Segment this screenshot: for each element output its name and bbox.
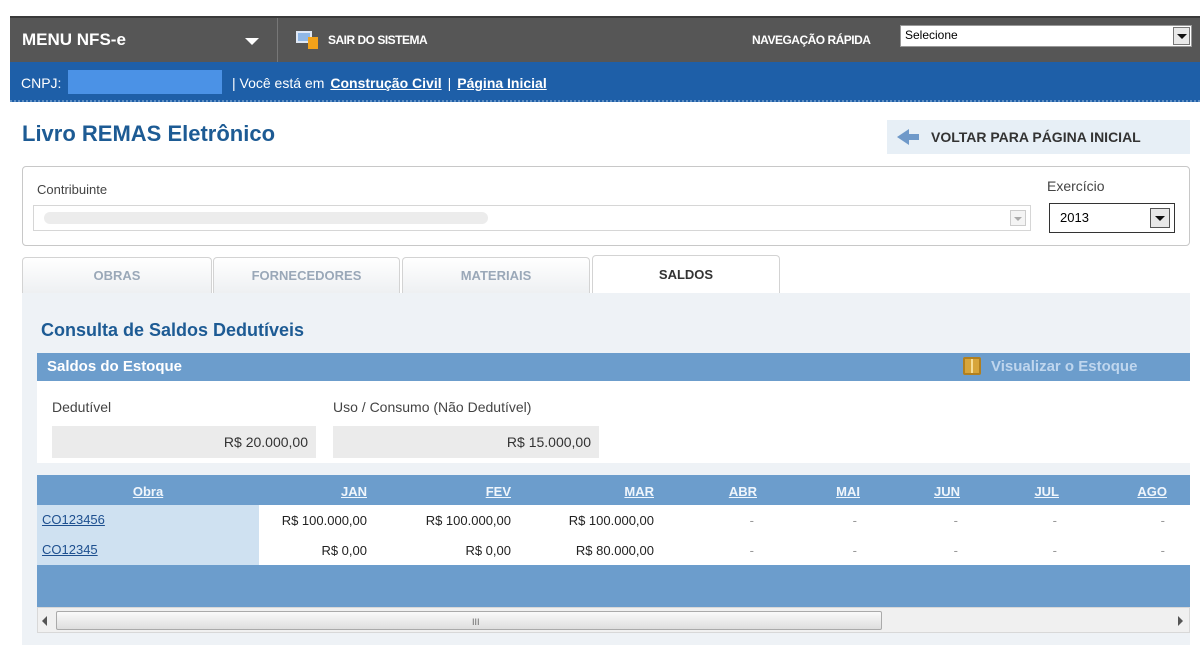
uso-consumo-value: R$ 15.000,00: [333, 426, 599, 458]
table-cell: R$ 0,00: [321, 543, 367, 558]
dropdown-arrow-icon[interactable]: [1150, 208, 1170, 228]
quick-nav-select[interactable]: Selecione: [900, 25, 1192, 47]
column-header-jan[interactable]: JAN: [259, 484, 367, 499]
obra-link[interactable]: CO123456: [42, 512, 105, 527]
table-cell: R$ 100.000,00: [281, 513, 367, 528]
package-icon: [963, 357, 981, 375]
page-title: Livro REMAS Eletrônico: [22, 121, 276, 146]
column-header-mai[interactable]: MAI: [757, 484, 860, 499]
column-header-jun[interactable]: JUN: [860, 484, 960, 499]
tab-obras[interactable]: OBRAS: [22, 257, 212, 293]
tab-saldos[interactable]: SALDOS: [592, 255, 780, 293]
exit-system-label: SAIR DO SISTEMA: [328, 33, 428, 47]
horizontal-scrollbar[interactable]: III: [37, 607, 1190, 633]
view-stock-link[interactable]: Visualizar o Estoque: [963, 357, 1137, 375]
saldos-panel: Consulta de Saldos Dedutíveis Saldos do …: [22, 293, 1190, 645]
scrollbar-thumb[interactable]: III: [56, 611, 882, 630]
breadcrumb-separator: |: [447, 75, 452, 91]
tab-bar: OBRAS FORNECEDORES MATERIAIS SALDOS: [22, 255, 1190, 293]
menu-nfse-button[interactable]: MENU NFS-e: [10, 18, 278, 62]
cnpj-value-redacted: [68, 70, 222, 94]
logout-icon: [296, 31, 318, 49]
exercicio-label: Exercício: [1047, 178, 1105, 194]
top-menu-bar: MENU NFS-e SAIR DO SISTEMA NAVEGAÇÃO RÁP…: [10, 16, 1200, 62]
menu-nfse-label: MENU NFS-e: [22, 30, 126, 49]
back-to-home-label: VOLTAR PARA PÁGINA INICIAL: [931, 129, 1141, 145]
table-cell: -: [749, 513, 754, 528]
contribuinte-label: Contribuinte: [37, 182, 108, 197]
table-cell: -: [1052, 543, 1057, 558]
obra-link[interactable]: CO12345: [42, 542, 98, 557]
dropdown-arrow-icon[interactable]: [1173, 27, 1190, 45]
stock-body: Dedutível Uso / Consumo (Não Dedutível) …: [37, 381, 1190, 463]
section-title: Consulta de Saldos Dedutíveis: [41, 320, 305, 340]
table-header: Obra JAN FEV MAR ABR MAI JUN JUL AGO: [37, 475, 1190, 505]
table-cell: -: [852, 513, 857, 528]
saldos-table: Obra JAN FEV MAR ABR MAI JUN JUL AGO CO1…: [37, 475, 1190, 625]
table-cell: -: [749, 543, 754, 558]
dropdown-arrow-icon[interactable]: [1010, 210, 1026, 226]
obra-cell: CO12345: [37, 535, 259, 565]
scrollbar-grip: III: [472, 617, 480, 627]
contribuinte-value-redacted: [44, 212, 488, 224]
table-cell: -: [1160, 513, 1165, 528]
tab-fornecedores[interactable]: FORNECEDORES: [213, 257, 400, 293]
table-cell: R$ 100.000,00: [568, 513, 654, 528]
uso-consumo-label: Uso / Consumo (Não Dedutível): [333, 399, 532, 415]
column-header-ago[interactable]: AGO: [1059, 484, 1167, 499]
quick-nav-label: NAVEGAÇÃO RÁPIDA: [752, 33, 871, 47]
exercicio-selected-value: 2013: [1060, 210, 1089, 225]
dedutivel-value: R$ 20.000,00: [52, 426, 316, 458]
table-cell: -: [953, 543, 958, 558]
column-header-obra[interactable]: Obra: [37, 484, 259, 499]
chevron-down-icon: [245, 38, 259, 45]
breadcrumb: | Você está em Construção Civil | Página…: [232, 75, 547, 91]
column-header-jul[interactable]: JUL: [960, 484, 1059, 499]
table-cell: -: [953, 513, 958, 528]
column-header-abr[interactable]: ABR: [654, 484, 757, 499]
exercicio-select[interactable]: 2013: [1049, 203, 1175, 233]
breadcrumb-link-pagina-inicial[interactable]: Página Inicial: [457, 75, 546, 91]
table-cell: R$ 0,00: [465, 543, 511, 558]
breadcrumb-link-construcao-civil[interactable]: Construção Civil: [330, 75, 441, 91]
back-to-home-button[interactable]: VOLTAR PARA PÁGINA INICIAL: [887, 120, 1190, 154]
stock-header: Saldos do Estoque Visualizar o Estoque: [37, 353, 1190, 381]
stock-header-title: Saldos do Estoque: [47, 358, 183, 375]
dedutivel-label: Dedutível: [52, 399, 112, 415]
quick-nav-selected-value: Selecione: [905, 28, 958, 42]
exit-system-button[interactable]: SAIR DO SISTEMA: [296, 18, 428, 62]
table-cell: -: [1052, 513, 1057, 528]
arrow-left-icon: [897, 129, 919, 145]
scroll-right-icon[interactable]: [1178, 616, 1183, 626]
view-stock-label: Visualizar o Estoque: [991, 357, 1138, 375]
table-row: CO123456 R$ 100.000,00 R$ 100.000,00 R$ …: [37, 505, 1190, 535]
table-cell: R$ 80.000,00: [575, 543, 654, 558]
filter-box: Contribuinte Exercício 2013: [22, 166, 1190, 246]
column-header-mar[interactable]: MAR: [511, 484, 654, 499]
table-cell: -: [1160, 543, 1165, 558]
table-cell: R$ 100.000,00: [425, 513, 511, 528]
location-prefix: | Você está em: [232, 75, 325, 91]
table-cell: -: [852, 543, 857, 558]
info-bar: CNPJ: | Você está em Construção Civil | …: [10, 62, 1200, 102]
cnpj-label: CNPJ:: [21, 75, 62, 91]
obra-cell: CO123456: [37, 505, 259, 535]
column-header-fev[interactable]: FEV: [367, 484, 511, 499]
tab-materiais[interactable]: MATERIAIS: [402, 257, 590, 293]
table-row: CO12345 R$ 0,00 R$ 0,00 R$ 80.000,00 - -…: [37, 535, 1190, 565]
scroll-left-icon[interactable]: [42, 616, 47, 626]
contribuinte-select[interactable]: [33, 205, 1031, 231]
